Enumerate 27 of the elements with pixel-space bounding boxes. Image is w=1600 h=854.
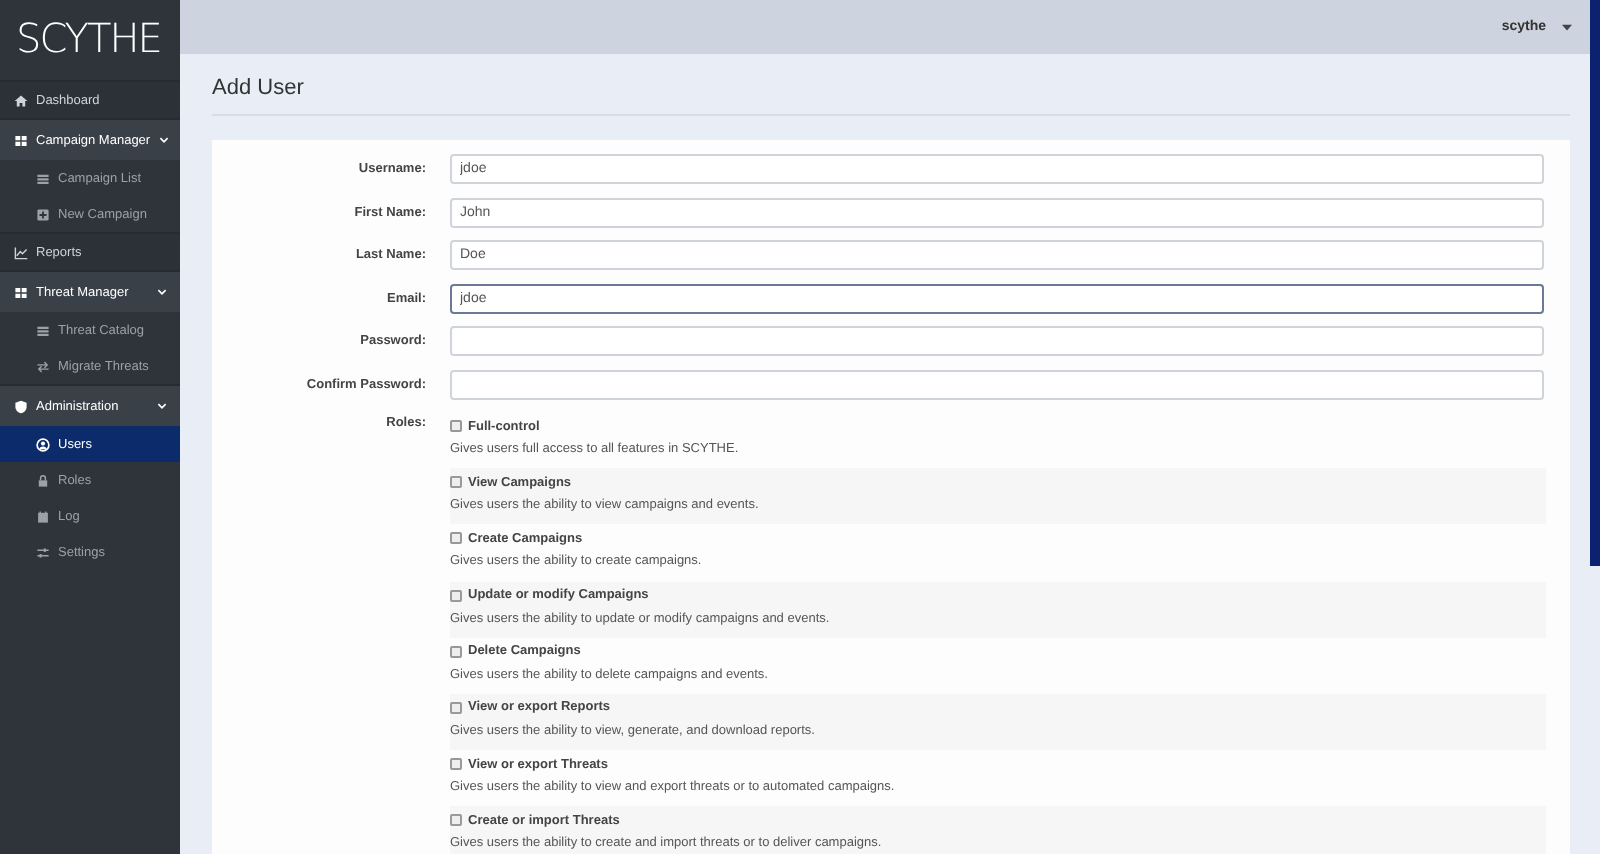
scrollbar[interactable] bbox=[1590, 0, 1600, 566]
checkbox[interactable] bbox=[450, 532, 462, 545]
checkbox[interactable] bbox=[450, 814, 462, 827]
checkbox[interactable] bbox=[450, 420, 462, 432]
caret-icon bbox=[1562, 23, 1572, 31]
page-title: Add User bbox=[212, 54, 1570, 116]
list-icon bbox=[36, 323, 50, 337]
checkbox[interactable] bbox=[450, 701, 462, 714]
home-icon bbox=[14, 93, 28, 107]
checkbox[interactable] bbox=[450, 758, 462, 771]
logo: SCYTHE bbox=[14, 12, 163, 66]
arrows-icon bbox=[36, 359, 50, 373]
checkbox[interactable] bbox=[450, 645, 462, 658]
user-icon bbox=[36, 437, 50, 451]
calendar-icon bbox=[36, 509, 50, 523]
grid-icon bbox=[14, 285, 28, 299]
checkbox[interactable] bbox=[450, 476, 462, 489]
chart-icon bbox=[14, 245, 28, 259]
list-icon bbox=[36, 171, 50, 185]
plus-icon bbox=[36, 207, 50, 221]
grid-icon bbox=[14, 133, 28, 147]
sliders-icon bbox=[36, 545, 50, 559]
shield-icon bbox=[14, 399, 28, 413]
input-field[interactable] bbox=[450, 369, 1544, 399]
input-field[interactable] bbox=[450, 326, 1544, 356]
lock-icon bbox=[36, 473, 50, 487]
checkbox[interactable] bbox=[450, 589, 462, 602]
